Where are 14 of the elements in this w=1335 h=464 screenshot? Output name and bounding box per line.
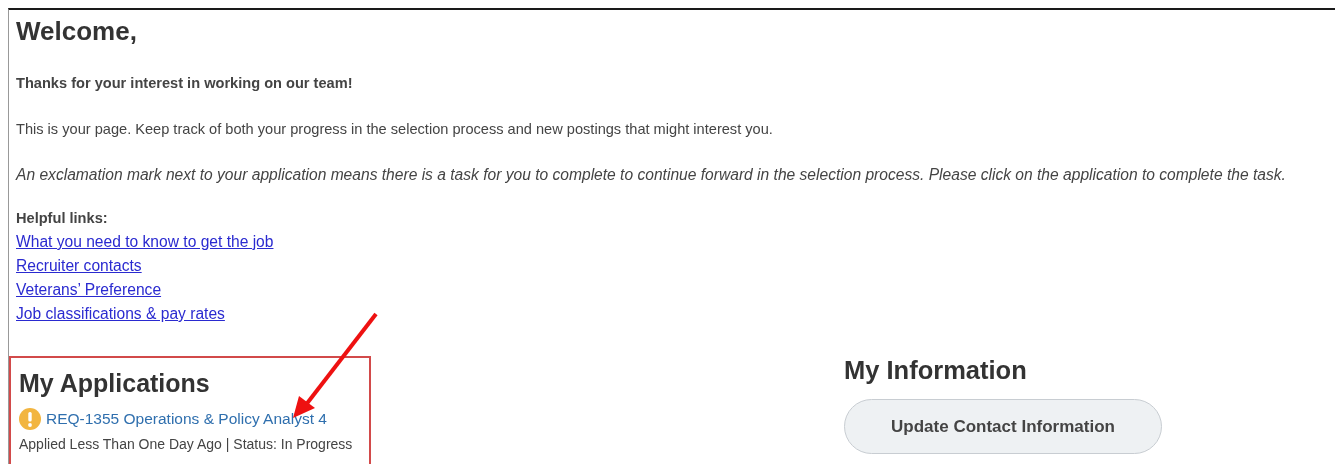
application-link[interactable]: REQ-1355 Operations & Policy Analyst 4 (46, 410, 327, 428)
application-status: Applied Less Than One Day Ago | Status: In Progress (19, 436, 354, 452)
intro-text: An exclamation mark next to your application means there is a task for you to complete to continue forward in the selection process. Please click on the application to complete the task. (16, 165, 1287, 185)
intro-text: Thanks for your interest in working on our team! (16, 74, 354, 93)
page-title: Welcome, (16, 18, 138, 44)
section-title: My Applications (19, 369, 211, 398)
section-title: My Information (844, 356, 1028, 385)
help-link[interactable]: Recruiter contacts (16, 254, 142, 278)
help-link[interactable]: Job classifications & pay rates (16, 302, 225, 326)
intro-text: This is your page. Keep track of both your progress in the selection process and new postings that might interest you. (16, 120, 774, 139)
help-link[interactable]: What you need to know to get the job (16, 230, 274, 254)
update-contact-button[interactable]: Update Contact Information (844, 399, 1162, 454)
links-heading: Helpful links: (16, 209, 109, 228)
help-link[interactable]: Veterans’ Preference (16, 278, 162, 302)
